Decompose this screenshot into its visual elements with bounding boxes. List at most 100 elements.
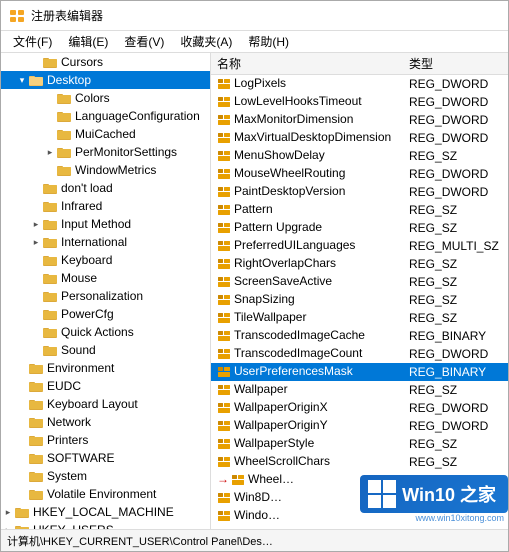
- table-row[interactable]: MaxVirtualDesktopDimensionREG_DWORD: [211, 129, 508, 147]
- cell-type: REG_SZ: [403, 291, 508, 309]
- tree-item-international[interactable]: ▸ International: [1, 233, 210, 251]
- tree-item-cursors[interactable]: Cursors: [1, 53, 210, 71]
- cell-type: [403, 507, 508, 525]
- table-row[interactable]: TranscodedImageCacheREG_BINARY: [211, 327, 508, 345]
- menu-view[interactable]: 查看(V): [116, 31, 172, 52]
- tree-item-volatileenvironment[interactable]: Volatile Environment: [1, 485, 210, 503]
- tree-item-hklm[interactable]: ▸ HKEY_LOCAL_MACHINE: [1, 503, 210, 521]
- table-row[interactable]: LogPixelsREG_DWORD: [211, 75, 508, 93]
- col-type[interactable]: 类型: [403, 53, 508, 75]
- table-row[interactable]: PaintDesktopVersionREG_DWORD: [211, 183, 508, 201]
- content-area: Cursors▾ Desktop Colors LanguageConfigur…: [1, 53, 508, 529]
- menu-file[interactable]: 文件(F): [5, 31, 60, 52]
- table-row[interactable]: WallpaperOriginYREG_DWORD: [211, 417, 508, 435]
- tree-item-printers[interactable]: Printers: [1, 431, 210, 449]
- cell-type: REG_SZ: [403, 453, 508, 471]
- title-icon: [9, 8, 25, 24]
- tree-item-permonitorsettings[interactable]: ▸ PerMonitorSettings: [1, 143, 210, 161]
- cell-type: [403, 471, 508, 489]
- cell-name: SnapSizing: [211, 291, 403, 309]
- tree-item-environment[interactable]: Environment: [1, 359, 210, 377]
- expand-btn-international[interactable]: ▸: [29, 235, 43, 249]
- table-row[interactable]: WallpaperREG_SZ: [211, 381, 508, 399]
- table-row[interactable]: → Wheel…: [211, 471, 508, 489]
- cell-type: REG_DWORD: [403, 399, 508, 417]
- table-row[interactable]: MaxMonitorDimensionREG_DWORD: [211, 111, 508, 129]
- tree-item-keyboardlayout[interactable]: Keyboard Layout: [1, 395, 210, 413]
- menu-help[interactable]: 帮助(H): [240, 31, 297, 52]
- table-row[interactable]: WallpaperStyleREG_SZ: [211, 435, 508, 453]
- cell-name: WallpaperStyle: [211, 435, 403, 453]
- tree-item-quickactions[interactable]: Quick Actions: [1, 323, 210, 341]
- tree-item-colors[interactable]: Colors: [1, 89, 210, 107]
- tree-item-desktop[interactable]: ▾ Desktop: [1, 71, 210, 89]
- tree-label-inputmethod: Input Method: [61, 217, 131, 231]
- table-row[interactable]: PreferredUILanguagesREG_MULTI_SZ: [211, 237, 508, 255]
- tree-item-hku[interactable]: ▸ HKEY_USERS: [1, 521, 210, 529]
- cell-type: REG_DWORD: [403, 111, 508, 129]
- tree-label-quickactions: Quick Actions: [61, 325, 134, 339]
- tree-item-dontload[interactable]: don't load: [1, 179, 210, 197]
- table-row[interactable]: Pattern UpgradeREG_SZ: [211, 219, 508, 237]
- tree-item-personalization[interactable]: Personalization: [1, 287, 210, 305]
- tree-label-software: SOFTWARE: [47, 451, 115, 465]
- tree-item-inputmethod[interactable]: ▸ Input Method: [1, 215, 210, 233]
- table-row[interactable]: WallpaperOriginXREG_DWORD: [211, 399, 508, 417]
- tree-item-windowmetrics[interactable]: WindowMetrics: [1, 161, 210, 179]
- col-name[interactable]: 名称: [211, 53, 403, 75]
- tree-label-system: System: [47, 469, 87, 483]
- cell-type: REG_SZ: [403, 381, 508, 399]
- expand-btn-inputmethod[interactable]: ▸: [29, 217, 43, 231]
- tree-item-powercfg[interactable]: PowerCfg: [1, 305, 210, 323]
- tree-item-languageconfiguration[interactable]: LanguageConfiguration: [1, 107, 210, 125]
- expand-btn-hklm[interactable]: ▸: [1, 505, 15, 519]
- table-row[interactable]: UserPreferencesMaskREG_BINARY: [211, 363, 508, 381]
- cell-type: REG_DWORD: [403, 75, 508, 93]
- table-row[interactable]: SnapSizingREG_SZ: [211, 291, 508, 309]
- cell-type: REG_DWORD: [403, 183, 508, 201]
- table-row[interactable]: RightOverlapCharsREG_SZ: [211, 255, 508, 273]
- cell-type: REG_DWORD: [403, 93, 508, 111]
- folder-icon-keyboardlayout: [29, 397, 45, 411]
- tree-label-desktop: Desktop: [47, 73, 91, 87]
- tree-panel[interactable]: Cursors▾ Desktop Colors LanguageConfigur…: [1, 53, 211, 529]
- menu-edit[interactable]: 编辑(E): [60, 31, 116, 52]
- tree-item-eudc[interactable]: EUDC: [1, 377, 210, 395]
- tree-item-network[interactable]: Network: [1, 413, 210, 431]
- tree-item-software[interactable]: SOFTWARE: [1, 449, 210, 467]
- folder-icon-hklm: [15, 505, 31, 519]
- folder-icon-permonitorsettings: [57, 145, 73, 159]
- table-row[interactable]: WheelScrollCharsREG_SZ: [211, 453, 508, 471]
- tree-label-colors: Colors: [75, 91, 110, 105]
- cell-name: MaxVirtualDesktopDimension: [211, 129, 403, 147]
- table-row[interactable]: TranscodedImageCountREG_DWORD: [211, 345, 508, 363]
- tree-label-dontload: don't load: [61, 181, 113, 195]
- table-row[interactable]: MenuShowDelayREG_SZ: [211, 147, 508, 165]
- cell-name: TranscodedImageCount: [211, 345, 403, 363]
- table-row[interactable]: LowLevelHooksTimeoutREG_DWORD: [211, 93, 508, 111]
- folder-icon-infrared: [43, 199, 59, 213]
- tree-item-muicached[interactable]: MuiCached: [1, 125, 210, 143]
- table-row[interactable]: Windo…: [211, 507, 508, 525]
- tree-item-sound[interactable]: Sound: [1, 341, 210, 359]
- cell-name: ScreenSaveActive: [211, 273, 403, 291]
- registry-table: 名称 类型 LogPixelsREG_DWORD LowLevelHooksTi…: [211, 53, 508, 525]
- folder-icon-keyboard: [43, 253, 59, 267]
- tree-item-system[interactable]: System: [1, 467, 210, 485]
- table-row[interactable]: ScreenSaveActiveREG_SZ: [211, 273, 508, 291]
- table-row[interactable]: PatternREG_SZ: [211, 201, 508, 219]
- table-row[interactable]: TileWallpaperREG_SZ: [211, 309, 508, 327]
- table-row[interactable]: MouseWheelRoutingREG_DWORD: [211, 165, 508, 183]
- tree-item-keyboard[interactable]: Keyboard: [1, 251, 210, 269]
- tree-item-mouse[interactable]: Mouse: [1, 269, 210, 287]
- menu-favorites[interactable]: 收藏夹(A): [172, 31, 240, 52]
- expand-btn-desktop[interactable]: ▾: [15, 73, 29, 87]
- folder-icon-mouse: [43, 271, 59, 285]
- cell-name: Win8D…: [211, 489, 403, 507]
- tree-label-environment: Environment: [47, 361, 114, 375]
- tree-item-infrared[interactable]: Infrared: [1, 197, 210, 215]
- expand-btn-permonitorsettings[interactable]: ▸: [43, 145, 57, 159]
- cell-name: Pattern Upgrade: [211, 219, 403, 237]
- table-row[interactable]: Win8D…: [211, 489, 508, 507]
- registry-panel[interactable]: 名称 类型 LogPixelsREG_DWORD LowLevelHooksTi…: [211, 53, 508, 529]
